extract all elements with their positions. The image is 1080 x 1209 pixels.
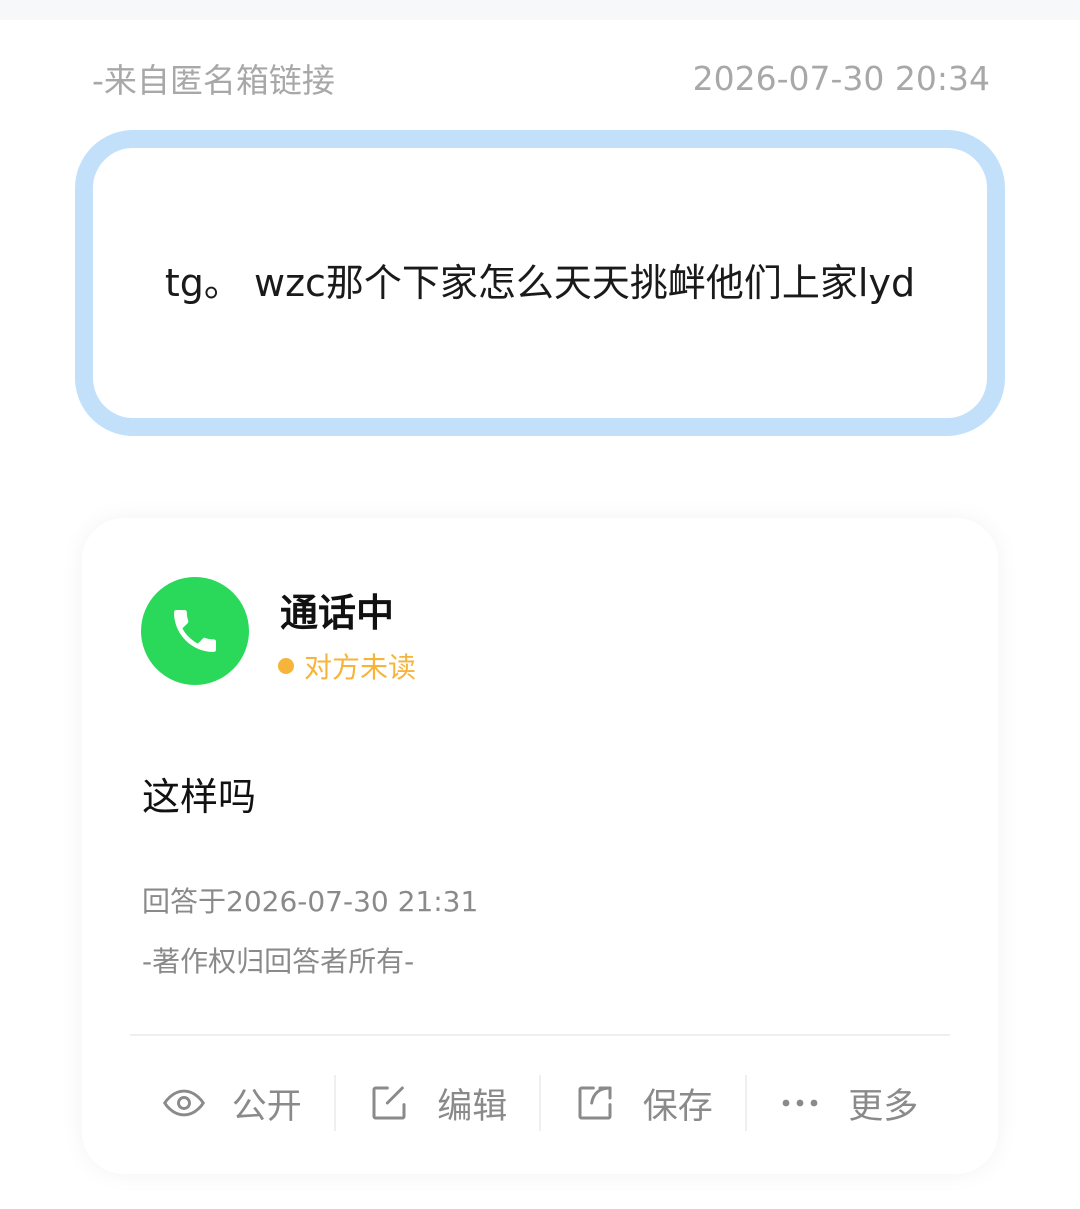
save-button[interactable]: 保存: [541, 1075, 747, 1131]
more-button[interactable]: 更多: [747, 1075, 951, 1131]
read-status-label: 对方未读: [304, 651, 417, 684]
public-button-label: 公开: [231, 1086, 302, 1127]
avatar[interactable]: [141, 577, 249, 685]
status-title: 通话中: [280, 591, 395, 635]
action-bar: 公开 编辑 保存 更多: [130, 1066, 950, 1140]
divider: [130, 1034, 950, 1036]
question-timestamp: 2026-07-30 20:34: [692, 58, 990, 98]
public-button[interactable]: 公开: [130, 1075, 336, 1131]
question-card: tg。 wzc那个下家怎么天天挑衅他们上家lyd: [75, 130, 1005, 436]
edit-button[interactable]: 编辑: [336, 1075, 541, 1131]
read-status-dot: [278, 658, 294, 674]
phone-icon: [174, 610, 216, 652]
more-button-label: 更多: [848, 1086, 919, 1127]
question-text: tg。 wzc那个下家怎么天天挑衅他们上家lyd: [164, 261, 916, 305]
edit-icon: [367, 1081, 411, 1125]
edit-button-label: 编辑: [437, 1086, 508, 1127]
more-icon: [778, 1081, 822, 1125]
question-source: -来自匿名箱链接: [92, 61, 335, 100]
copyright-note: -著作权归回答者所有-: [142, 945, 415, 978]
question-meta-row: -来自匿名箱链接 2026-07-30 20:34: [92, 52, 990, 104]
answer-text: 这样吗: [142, 775, 257, 819]
answer-card: 通话中 对方未读 这样吗 回答于2026-07-30 21:31 -著作权归回答…: [82, 518, 998, 1174]
save-button-label: 保存: [642, 1086, 713, 1127]
answer-time: 回答于2026-07-30 21:31: [142, 885, 479, 918]
read-status: 对方未读: [278, 646, 416, 686]
eye-icon: [162, 1081, 206, 1125]
share-icon: [573, 1081, 617, 1125]
top-strip: [0, 0, 1080, 20]
